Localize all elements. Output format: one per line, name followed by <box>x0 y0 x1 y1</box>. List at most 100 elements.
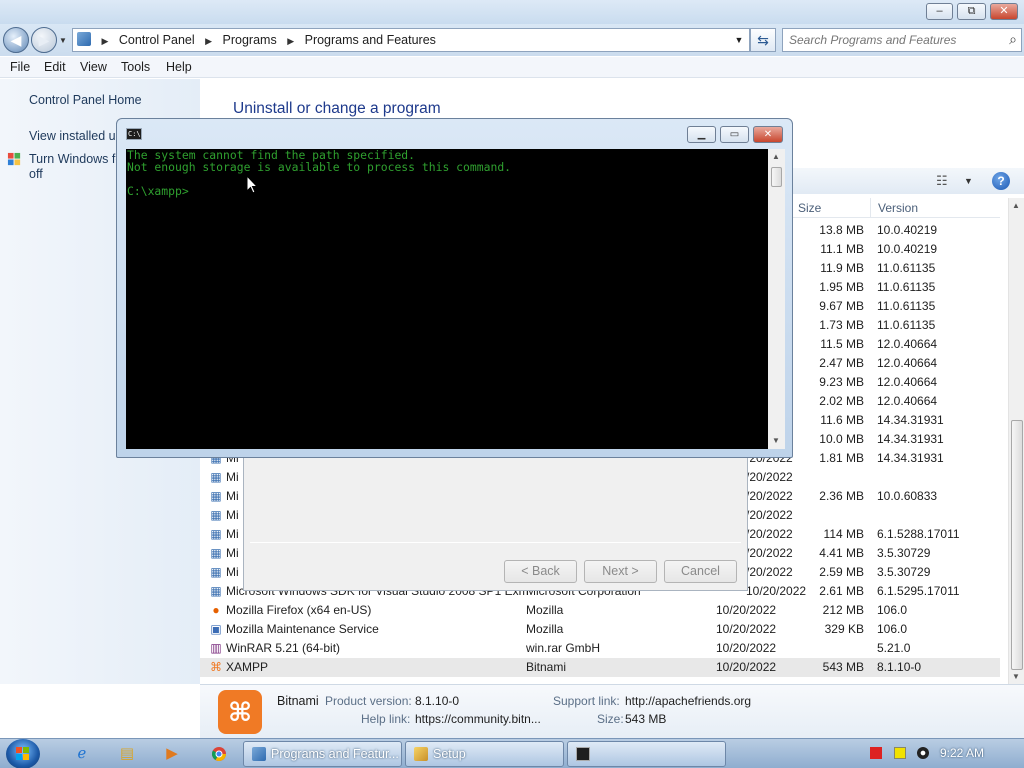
scroll-down-icon[interactable]: ▼ <box>1012 672 1020 681</box>
minimize-button[interactable]: – <box>926 3 953 20</box>
console-scroll-down-icon[interactable]: ▼ <box>772 436 780 445</box>
program-size: 1.81 MB <box>819 451 864 465</box>
installer-icon: ▦ <box>210 489 222 503</box>
firefox-icon: ● <box>212 603 220 617</box>
menu-edit[interactable]: Edit <box>44 60 66 74</box>
cancel-setup-button[interactable]: Cancel <box>664 560 737 583</box>
console-output[interactable]: The system cannot find the path specifie… <box>126 149 768 449</box>
taskbar-task-label: Setup <box>433 747 466 761</box>
details-help-link[interactable]: https://community.bitn... <box>415 712 541 726</box>
program-version: 8.1.10-0 <box>877 660 922 674</box>
program-size: 11.6 MB <box>820 413 864 427</box>
console-scroll-thumb[interactable] <box>771 167 782 187</box>
program-version: 12.0.40664 <box>877 356 938 370</box>
menu-help[interactable]: Help <box>166 60 192 74</box>
program-install-date: 10/20/2022 <box>716 641 777 655</box>
table-row[interactable]: ⌘ XAMPP Bitnami 10/20/2022 543 MB 8.1.10-0 <box>200 658 1000 677</box>
breadcrumb-programs-and-features[interactable]: Programs and Features <box>305 33 436 47</box>
close-button[interactable]: ✕ <box>990 3 1018 20</box>
program-version: 10.0.40219 <box>877 242 938 256</box>
back-button[interactable]: ◀ <box>3 27 29 53</box>
breadcrumb-separator-icon[interactable]: ▶ <box>205 36 212 46</box>
command-prompt-icon <box>576 747 590 761</box>
system-clock[interactable]: 9:22 AM <box>940 746 984 760</box>
help-icon[interactable]: ? <box>992 172 1010 190</box>
program-install-date: /20/2022 <box>746 527 793 541</box>
maximize-button[interactable]: ⧉ <box>957 3 986 20</box>
breadcrumb-separator-icon[interactable]: ▶ <box>287 36 294 46</box>
turn-windows-features-link[interactable]: Turn Windows fe <box>29 152 122 166</box>
program-version: 14.34.31931 <box>877 432 944 446</box>
program-install-date: /20/2022 <box>746 508 793 522</box>
taskbar-task-label: Programs and Featur... <box>271 747 399 761</box>
menu-file[interactable]: File <box>10 60 30 74</box>
column-size[interactable]: Size <box>798 201 821 215</box>
internet-explorer-icon[interactable]: ℯ <box>62 742 102 766</box>
table-row[interactable]: ▥ WinRAR 5.21 (64-bit) win.rar GmbH 10/20/2… <box>200 639 1000 658</box>
recent-pages-dropdown-icon[interactable]: ▼ <box>59 36 67 45</box>
installer-icon: ▦ <box>210 508 222 522</box>
column-version[interactable]: Version <box>878 201 918 215</box>
console-scroll-up-icon[interactable]: ▲ <box>772 152 780 161</box>
tray-power-icon[interactable] <box>894 747 906 759</box>
details-help-link-label: Help link: <box>361 712 411 726</box>
program-version: 3.5.30729 <box>877 565 931 579</box>
console-scrollbar[interactable]: ▲ ▼ <box>768 149 785 449</box>
program-size: 10.0 MB <box>819 432 864 446</box>
program-size: 9.67 MB <box>819 299 864 313</box>
chrome-icon[interactable] <box>199 742 239 766</box>
change-view-icon[interactable]: ☷ <box>936 173 948 189</box>
turn-windows-features-link-line2[interactable]: off <box>29 167 43 181</box>
console-close-button[interactable]: ✕ <box>753 126 783 143</box>
program-install-date: 10/20/2022 <box>716 622 777 636</box>
view-dropdown-icon[interactable]: ▼ <box>964 176 973 186</box>
program-version: 11.0.61135 <box>877 280 936 294</box>
program-version: 106.0 <box>877 603 908 617</box>
program-size: 9.23 MB <box>819 375 864 389</box>
table-row[interactable]: ● Mozilla Firefox (x64 en-US) Mozilla 10/20… <box>200 601 1000 620</box>
tray-volume-icon[interactable] <box>917 747 929 759</box>
scroll-up-icon[interactable]: ▲ <box>1012 201 1020 210</box>
menu-view[interactable]: View <box>80 60 107 74</box>
back-step-button[interactable]: < Back <box>504 560 577 583</box>
search-icon[interactable]: ⌕ <box>1009 31 1017 48</box>
winrar-icon: ▥ <box>210 641 222 655</box>
table-row[interactable]: ▣ Mozilla Maintenance Service Mozilla 10/20… <box>200 620 1000 639</box>
console-maximize-button[interactable]: ▭ <box>720 126 749 143</box>
scroll-thumb[interactable] <box>1011 420 1023 670</box>
list-scrollbar[interactable]: ▲ ▼ <box>1008 198 1024 684</box>
xampp-icon: ⌘ <box>210 660 222 674</box>
breadcrumb-control-panel[interactable]: Control Panel <box>119 33 195 47</box>
control-panel-home-link[interactable]: Control Panel Home <box>29 93 142 107</box>
next-step-button[interactable]: Next > <box>584 560 657 583</box>
taskbar: ℯ ▤ ▶ Programs and Featur... Setup 9:22 … <box>0 738 1024 768</box>
program-version: 6.1.5288.17011 <box>877 527 960 541</box>
console-minimize-button[interactable]: ▁ <box>687 126 716 143</box>
installer-icon: ▦ <box>210 470 222 484</box>
address-dropdown-icon[interactable]: ▼ <box>729 29 749 51</box>
taskbar-command-prompt[interactable] <box>567 741 726 767</box>
view-installed-updates-link[interactable]: View installed up <box>29 129 123 143</box>
taskbar-programs-and-features[interactable]: Programs and Featur... <box>243 741 402 767</box>
tray-flag-icon[interactable] <box>870 747 882 759</box>
start-button[interactable] <box>6 739 40 768</box>
program-publisher: Mozilla <box>526 603 564 617</box>
details-support-link[interactable]: http://apachefriends.org <box>625 694 751 708</box>
windows-logo-icon <box>16 747 29 760</box>
program-version: 12.0.40664 <box>877 375 938 389</box>
program-size: 543 MB <box>822 660 864 674</box>
taskbar-setup[interactable]: Setup <box>405 741 564 767</box>
program-size: 1.95 MB <box>819 280 864 294</box>
menu-tools[interactable]: Tools <box>121 60 150 74</box>
address-bar[interactable]: ▶ Control Panel ▶ Programs ▶ Programs an… <box>72 28 750 52</box>
media-player-icon[interactable]: ▶ <box>152 742 192 766</box>
refresh-button[interactable]: ⇆ <box>750 28 776 52</box>
search-input[interactable] <box>789 32 995 48</box>
forward-button[interactable]: ▶ <box>31 27 57 53</box>
search-box[interactable]: ⌕ <box>782 28 1022 52</box>
program-size: 2.61 MB <box>819 584 864 598</box>
file-explorer-icon[interactable]: ▤ <box>107 742 147 766</box>
console-line-error-storage: Not enough storage is available to proce… <box>127 160 512 174</box>
breadcrumb-programs[interactable]: Programs <box>223 33 277 47</box>
breadcrumb-separator-icon[interactable]: ▶ <box>101 36 108 46</box>
